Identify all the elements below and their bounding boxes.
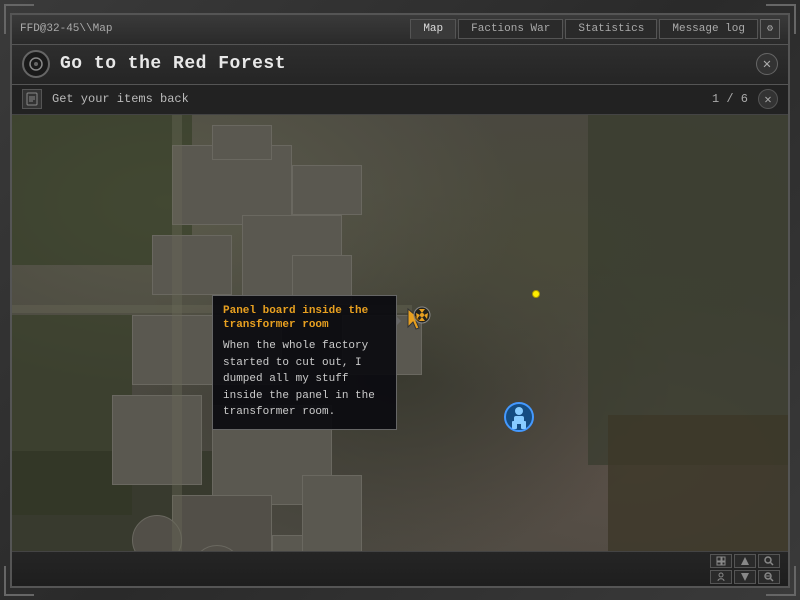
- building-tank-1: [172, 495, 272, 551]
- marker-dot-1: [532, 290, 540, 298]
- quest-title: Go to the Red Forest: [60, 54, 746, 74]
- toolbar-btn-map-view[interactable]: [710, 554, 732, 568]
- map-image: Panel board inside the transformer room …: [12, 115, 788, 551]
- corner-br: [766, 566, 796, 596]
- toolbar-btn-zoom-out[interactable]: [734, 570, 756, 584]
- title-bar: FFD@32-45\\Map Map Factions War Statisti…: [12, 15, 788, 45]
- building-2: [152, 235, 232, 295]
- quest-icon: [22, 50, 50, 78]
- tab-factions-war[interactable]: Factions War: [458, 19, 563, 39]
- corner-bl: [4, 566, 34, 596]
- tooltip: Panel board inside the transformer room …: [212, 295, 397, 430]
- quest-close-button[interactable]: ✕: [756, 53, 778, 75]
- quest-counter: 1 / 6: [712, 92, 748, 106]
- player-marker: [502, 400, 536, 439]
- tooltip-title: Panel board inside the transformer room: [223, 304, 386, 333]
- quest-sub-icon: [22, 89, 42, 109]
- building-5: [112, 395, 202, 485]
- tab-bar: Map Factions War Statistics Message log …: [410, 19, 780, 39]
- building-10: [292, 165, 362, 215]
- toolbar-btn-zoom-in[interactable]: [734, 554, 756, 568]
- map-area[interactable]: Panel board inside the transformer room …: [12, 115, 788, 551]
- quest-nav-button[interactable]: ✕: [758, 89, 778, 109]
- corner-tl: [4, 4, 34, 34]
- terrain-patch-3: [588, 115, 788, 465]
- tab-statistics[interactable]: Statistics: [565, 19, 657, 39]
- tab-message-log[interactable]: Message log: [659, 19, 758, 39]
- building-11: [212, 125, 272, 160]
- bottom-toolbar: [12, 551, 788, 586]
- toolbar-btn-player[interactable]: [710, 570, 732, 584]
- road-v1: [172, 115, 182, 551]
- building-12: [302, 475, 362, 551]
- quest-sub-text: Get your items back: [52, 92, 702, 106]
- outer-frame: FFD@32-45\\Map Map Factions War Statisti…: [0, 0, 800, 600]
- corner-tr: [766, 4, 796, 34]
- quest-header: Go to the Red Forest ✕: [12, 45, 788, 85]
- quest-sub-header: Get your items back 1 / 6 ✕: [12, 85, 788, 115]
- window-title: FFD@32-45\\Map: [20, 23, 410, 35]
- terrain-patch-4: [608, 415, 788, 551]
- main-window: FFD@32-45\\Map Map Factions War Statisti…: [10, 13, 790, 588]
- tab-map[interactable]: Map: [410, 19, 456, 39]
- tooltip-text: When the whole factory started to cut ou…: [223, 338, 386, 421]
